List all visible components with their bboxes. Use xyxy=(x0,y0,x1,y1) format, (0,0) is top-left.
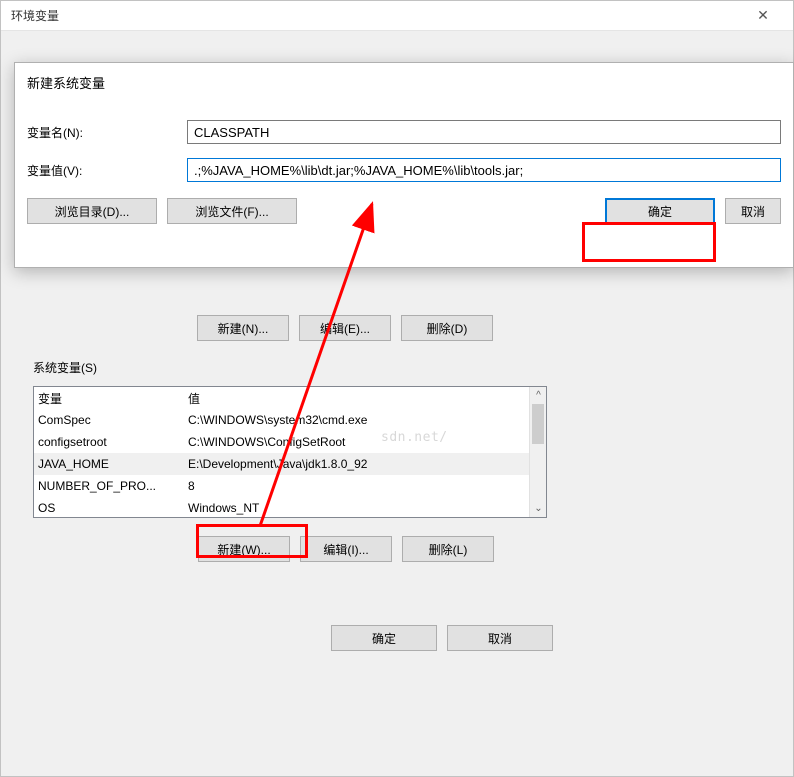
user-new-button[interactable]: 新建(N)... xyxy=(197,315,289,341)
variable-name-label: 变量名(N): xyxy=(27,124,177,141)
env-ok-button[interactable]: 确定 xyxy=(331,625,437,651)
variable-name-input[interactable] xyxy=(187,120,781,144)
outer-titlebar[interactable]: 环境变量 ✕ xyxy=(1,1,793,31)
system-variables-group: 系统变量(S) 变量 值 ComSpec C:\WINDOWS\system32… xyxy=(33,359,559,562)
system-new-button[interactable]: 新建(W)... xyxy=(198,536,290,562)
cell-val: C:\WINDOWS\ConfigSetRoot xyxy=(188,435,525,449)
header-value: 值 xyxy=(188,390,525,407)
variable-name-row: 变量名(N): xyxy=(27,120,781,144)
modal-title: 新建系统变量 xyxy=(15,63,793,98)
cell-val: 8 xyxy=(188,479,525,493)
cell-val: C:\WINDOWS\system32\cmd.exe xyxy=(188,413,525,427)
system-edit-button[interactable]: 编辑(I)... xyxy=(300,536,392,562)
system-delete-button[interactable]: 删除(L) xyxy=(402,536,494,562)
modal-cancel-button[interactable]: 取消 xyxy=(725,198,781,224)
scroll-up-icon[interactable]: ^ xyxy=(530,387,547,404)
env-cancel-button[interactable]: 取消 xyxy=(447,625,553,651)
table-row[interactable]: JAVA_HOME E:\Development\Java\jdk1.8.0_9… xyxy=(34,453,529,475)
cell-var: ComSpec xyxy=(38,413,188,427)
close-icon[interactable]: ✕ xyxy=(743,7,783,24)
list-header: 变量 值 xyxy=(34,387,529,409)
cell-val: E:\Development\Java\jdk1.8.0_92 xyxy=(188,457,525,471)
table-row[interactable]: ComSpec C:\WINDOWS\system32\cmd.exe xyxy=(34,409,529,431)
modal-ok-button[interactable]: 确定 xyxy=(605,198,715,224)
modal-button-row: 浏览目录(D)... 浏览文件(F)... 确定 取消 xyxy=(27,198,781,224)
user-delete-button[interactable]: 删除(D) xyxy=(401,315,493,341)
browse-directory-button[interactable]: 浏览目录(D)... xyxy=(27,198,157,224)
table-row[interactable]: OS Windows_NT xyxy=(34,497,529,518)
cell-var: JAVA_HOME xyxy=(38,457,188,471)
cell-var: configsetroot xyxy=(38,435,188,449)
scroll-track[interactable] xyxy=(530,404,546,500)
system-variables-list[interactable]: 变量 值 ComSpec C:\WINDOWS\system32\cmd.exe… xyxy=(33,386,547,518)
header-variable: 变量 xyxy=(38,390,188,407)
modal-body: 变量名(N): 变量值(V): 浏览目录(D)... 浏览文件(F)... 确定… xyxy=(15,98,793,236)
new-system-variable-dialog: 新建系统变量 变量名(N): 变量值(V): 浏览目录(D)... 浏览文件(F… xyxy=(14,62,794,268)
browse-file-button[interactable]: 浏览文件(F)... xyxy=(167,198,297,224)
table-row[interactable]: NUMBER_OF_PRO... 8 xyxy=(34,475,529,497)
cell-var: OS xyxy=(38,501,188,515)
cell-val: Windows_NT xyxy=(188,501,525,515)
scroll-down-icon[interactable]: ⌄ xyxy=(530,500,547,517)
user-edit-button[interactable]: 编辑(E)... xyxy=(299,315,391,341)
env-vars-bottom-row: 确定 取消 xyxy=(331,625,553,651)
system-variables-label: 系统变量(S) xyxy=(33,359,559,376)
list-scrollbar[interactable]: ^ ⌄ xyxy=(529,387,546,517)
variable-value-input[interactable] xyxy=(187,158,781,182)
table-row[interactable]: configsetroot C:\WINDOWS\ConfigSetRoot xyxy=(34,431,529,453)
variable-value-row: 变量值(V): xyxy=(27,158,781,182)
outer-title-text: 环境变量 xyxy=(11,7,743,24)
cell-var: NUMBER_OF_PRO... xyxy=(38,479,188,493)
variable-value-label: 变量值(V): xyxy=(27,162,177,179)
user-vars-button-row: 新建(N)... 编辑(E)... 删除(D) xyxy=(197,315,493,341)
system-vars-button-row: 新建(W)... 编辑(I)... 删除(L) xyxy=(33,536,559,562)
scroll-thumb[interactable] xyxy=(532,404,544,444)
